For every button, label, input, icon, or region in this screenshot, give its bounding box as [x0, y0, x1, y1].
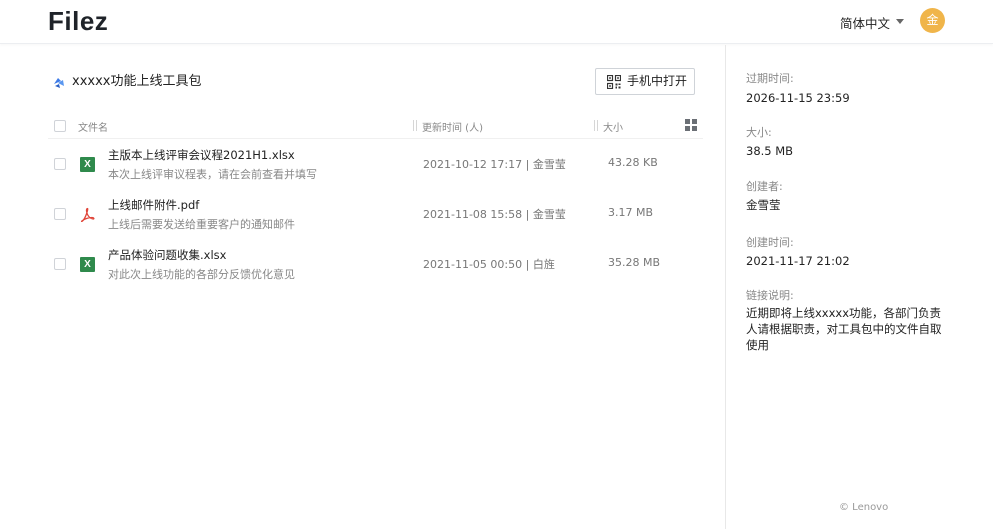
table-row[interactable]: 上线邮件附件.pdf 上线后需要发送给重要客户的通知邮件 2021-11-08 …	[48, 197, 703, 247]
column-header-name[interactable]: 文件名	[78, 119, 108, 134]
app-logo[interactable]: Filez	[48, 6, 108, 37]
chevron-down-icon[interactable]	[896, 19, 904, 24]
qr-code-icon	[607, 75, 621, 89]
created-value: 2021-11-17 21:02	[746, 254, 850, 268]
file-list-panel: xxxxx功能上线工具包 手机中打开 文件名 更新时间 (人) 大小 X 主版本…	[0, 45, 725, 529]
open-on-mobile-button[interactable]: 手机中打开	[595, 68, 695, 95]
expire-label: 过期时间:	[746, 72, 794, 85]
file-size: 3.17 MB	[608, 206, 654, 219]
size-value: 38.5 MB	[746, 144, 794, 158]
avatar[interactable]: 金	[920, 8, 945, 33]
select-all-checkbox[interactable]	[54, 120, 66, 132]
file-name[interactable]: 主版本上线评审会议程2021H1.xlsx	[108, 147, 295, 163]
row-checkbox[interactable]	[54, 208, 66, 220]
folder-title: xxxxx功能上线工具包	[72, 74, 202, 89]
grid-view-icon[interactable]	[685, 119, 697, 131]
file-name[interactable]: 产品体验问题收集.xlsx	[108, 247, 226, 263]
link-description-label: 链接说明:	[746, 289, 794, 302]
file-description: 本次上线评审议程表，请在会前查看并填写	[108, 168, 317, 181]
row-checkbox[interactable]	[54, 158, 66, 170]
column-resize-handle[interactable]	[413, 120, 417, 131]
table-row[interactable]: X 主版本上线评审会议程2021H1.xlsx 本次上线评审议程表，请在会前查看…	[48, 147, 703, 197]
creator-label: 创建者:	[746, 180, 783, 193]
top-bar: Filez 简体中文 金	[0, 0, 993, 44]
pdf-file-icon	[80, 207, 95, 222]
table-row[interactable]: X 产品体验问题收集.xlsx 对此次上线功能的各部分反馈优化意见 2021-1…	[48, 247, 703, 297]
file-updated: 2021-10-12 17:17 | 金雪莹	[423, 158, 566, 171]
column-header-size[interactable]: 大小	[603, 119, 623, 134]
file-size: 43.28 KB	[608, 156, 658, 169]
language-selector[interactable]: 简体中文	[840, 13, 890, 32]
file-updated: 2021-11-05 00:50 | 白旌	[423, 258, 555, 271]
share-folder-icon	[54, 78, 64, 88]
copyright: © Lenovo	[839, 502, 889, 513]
file-name[interactable]: 上线邮件附件.pdf	[108, 197, 199, 213]
expire-value: 2026-11-15 23:59	[746, 91, 850, 105]
file-updated: 2021-11-08 15:58 | 金雪莹	[423, 208, 566, 221]
size-label: 大小:	[746, 126, 772, 139]
row-checkbox[interactable]	[54, 258, 66, 270]
panel-divider	[725, 45, 726, 529]
excel-file-icon: X	[80, 257, 95, 272]
link-description-value: 近期即将上线xxxxx功能，各部门负责人请根据职责，对工具包中的文件自取使用	[746, 306, 942, 352]
excel-file-icon: X	[80, 157, 95, 172]
file-description: 上线后需要发送给重要客户的通知邮件	[108, 218, 295, 231]
file-size: 35.28 MB	[608, 256, 661, 269]
table-header: 文件名 更新时间 (人) 大小	[48, 117, 703, 139]
open-on-mobile-label: 手机中打开	[627, 74, 688, 88]
creator-value: 金雪莹	[746, 198, 781, 212]
created-label: 创建时间:	[746, 236, 794, 249]
column-header-updated[interactable]: 更新时间 (人)	[422, 119, 483, 134]
column-resize-handle[interactable]	[594, 120, 598, 131]
file-description: 对此次上线功能的各部分反馈优化意见	[108, 268, 295, 281]
